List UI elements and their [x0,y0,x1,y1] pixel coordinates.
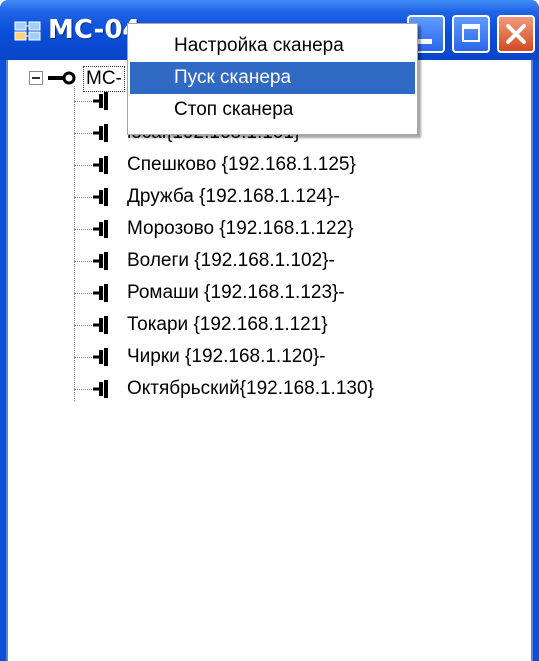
client-area: MC- local{192.168.1.101}- Спешково {192.… [6,60,533,661]
tree-node-label: Волеги {192.168.1.102}- [127,250,335,271]
network-plug-icon [93,284,108,302]
tree-node-label: Ромаши {192.168.1.123}- [127,282,345,303]
tree-node[interactable]: Токари {192.168.1.121} [74,311,514,339]
tree-node[interactable]: Ромаши {192.168.1.123}- [74,279,514,307]
tree-branch-line [74,101,92,102]
main-window: MC-04 MC- Спешково {192.168.1.125} Дружб… [0,0,539,661]
tree-branch-line [74,357,92,358]
tree-branch-line [74,133,92,134]
maximize-button[interactable] [452,15,490,53]
tree-node[interactable]: Чирки {192.168.1.120}- [74,343,514,371]
menu-item-start-scanner[interactable]: Пуск сканера [130,62,415,94]
tree-branch-line [74,165,92,166]
tree-branch-line [74,229,92,230]
tree-node[interactable]: Морозово {192.168.1.122} [74,215,514,243]
tree-branch-line [74,325,92,326]
device-tree[interactable]: MC- local{192.168.1.101}- Спешково {192.… [8,60,531,661]
context-menu: Настройка сканера Пуск сканера Стоп скан… [127,23,418,135]
network-connector-icon [48,71,76,85]
network-plug-icon [93,220,108,238]
collapse-toggle-icon[interactable] [29,71,43,85]
tree-node-label: Спешково {192.168.1.125} [127,154,356,175]
tree-node-label: Чирки {192.168.1.120}- [127,346,326,367]
network-plug-icon [93,124,108,142]
menu-item-scanner-settings[interactable]: Настройка сканера [130,30,415,62]
tree-branch-line [74,389,92,390]
tree-node-label: Октябрьский{192.168.1.130} [127,378,374,399]
network-plug-icon [93,316,108,334]
tree-node[interactable]: Спешково {192.168.1.125} [74,151,514,179]
network-plug-icon [93,380,108,398]
tree-branch-line [74,293,92,294]
network-plug-icon [93,92,108,110]
minimize-icon [418,39,432,44]
tree-node-label: Дружба {192.168.1.124}- [127,186,340,207]
network-plug-icon [93,156,108,174]
tree-branch-line [74,261,92,262]
close-button[interactable] [497,15,535,53]
tree-node-label: Токари {192.168.1.121} [127,314,328,335]
network-monitor-icon [14,21,41,41]
tree-branch-line [74,197,92,198]
maximize-icon [462,24,480,42]
tree-node[interactable]: Октябрьский{192.168.1.130} [74,375,514,403]
tree-node[interactable]: Волеги {192.168.1.102}- [74,247,514,275]
tree-node[interactable]: Дружба {192.168.1.124}- [74,183,514,211]
tree-node-label: Морозово {192.168.1.122} [127,218,354,239]
network-plug-icon [93,188,108,206]
close-icon [506,24,526,44]
network-plug-icon [93,348,108,366]
network-plug-icon [93,252,108,270]
menu-item-stop-scanner[interactable]: Стоп сканера [130,94,415,126]
